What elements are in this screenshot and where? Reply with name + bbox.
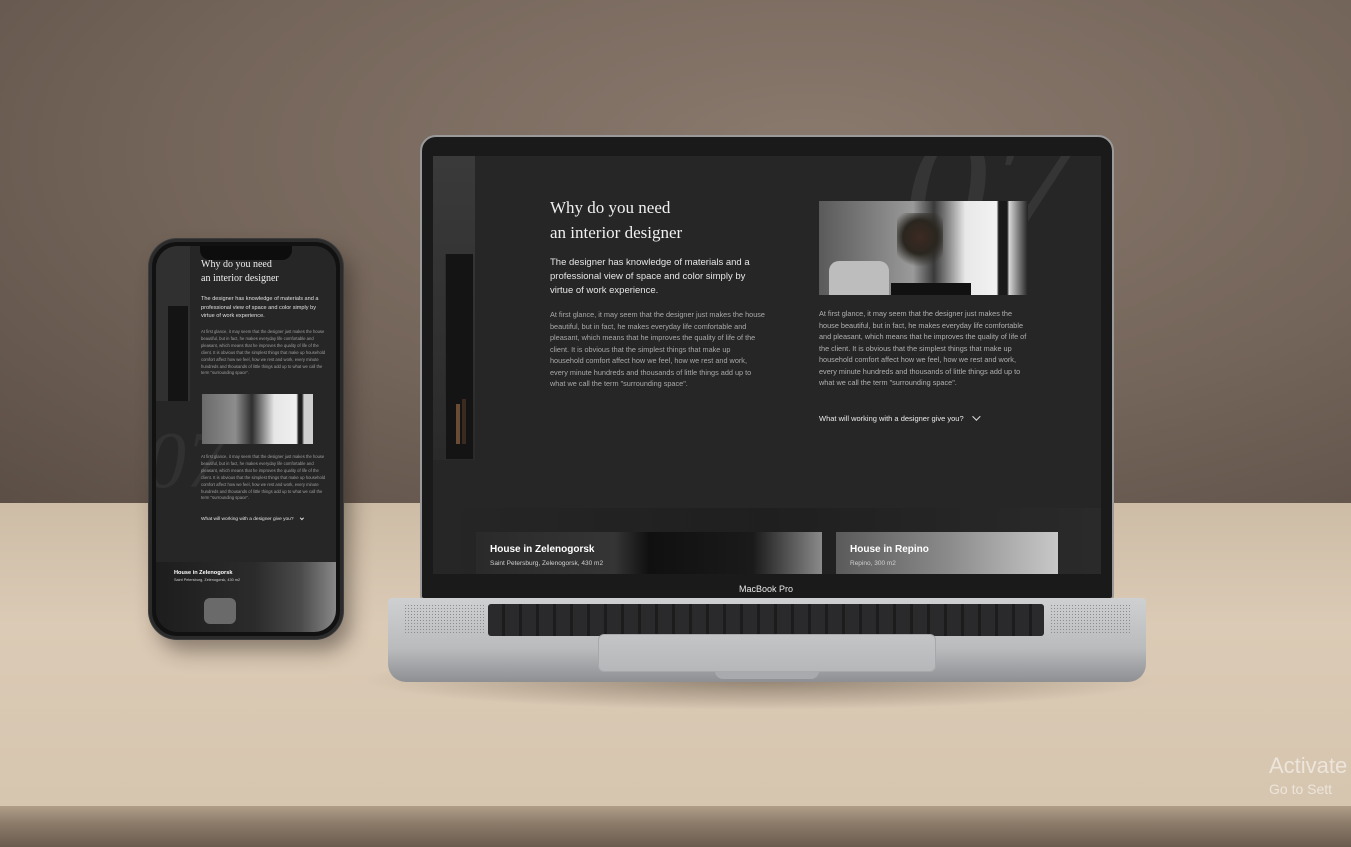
phone-notch (200, 246, 292, 260)
project-card-repino[interactable]: House in Repino Repino, 300 m2 (836, 532, 1058, 574)
shelf-image-strip (433, 156, 475, 460)
book (462, 399, 466, 444)
side-table (891, 283, 971, 295)
book (456, 404, 460, 444)
bookshelf (168, 306, 188, 401)
keyboard (488, 604, 1044, 636)
phone-shelf-image (156, 246, 190, 401)
speaker-grille-left (404, 604, 484, 634)
lead-paragraph: The designer has knowledge of materials … (550, 257, 750, 296)
desk-edge (0, 806, 1351, 847)
title-line-1: Why do you need (201, 259, 272, 270)
body-paragraph-right: At first glance, it may seem that the de… (819, 309, 1027, 387)
page-title: Why do you need an interior designer (550, 195, 770, 245)
card-subtitle: Saint Petersburg, Zelenogorsk, 430 m2 (174, 578, 241, 582)
phone-lead-paragraph: The designer has knowledge of materials … (201, 296, 319, 319)
body-paragraph-left: At first glance, it may seem that the de… (550, 310, 765, 388)
watermark-line-2: Go to Sett (1269, 781, 1333, 797)
lid-notch (715, 671, 819, 679)
speaker-grille-right (1050, 604, 1130, 634)
plant (897, 213, 943, 273)
card-title: House in Repino (850, 544, 929, 555)
bookshelf (445, 254, 473, 459)
pillow (829, 261, 889, 295)
phone-interior-photo (202, 394, 313, 444)
accordion-toggle[interactable]: What will working with a designer give y… (819, 412, 981, 424)
interior-photo (819, 201, 1028, 295)
phone-page-title: Why do you need an interior designer (201, 258, 321, 286)
phone-screen: 07 Why do you need an interior designer … (156, 246, 336, 632)
title-line-2: an interior designer (550, 223, 683, 242)
card-subtitle: Repino, 300 m2 (850, 560, 896, 567)
laptop-brand-label: MacBook Pro (738, 584, 794, 594)
accordion-label: What will working with a designer give y… (819, 413, 964, 423)
watermark-line-1: Activate (1269, 753, 1348, 778)
title-line-2: an interior designer (201, 273, 279, 284)
phone-body-paragraph-top: At first glance, it may seem that the de… (201, 329, 326, 376)
chevron-down-icon (299, 515, 304, 521)
activation-watermark: Activate Go to Sett (1269, 752, 1351, 812)
card-title: House in Zelenogorsk (174, 570, 233, 576)
phone-body-paragraph-bottom: At first glance, it may seem that the de… (201, 454, 326, 501)
trackpad (598, 634, 936, 672)
card-title: House in Zelenogorsk (490, 544, 595, 555)
chevron-down-icon (971, 412, 981, 421)
armchair (204, 598, 236, 624)
phone-accordion-toggle[interactable]: What will working with a designer give y… (201, 515, 304, 522)
card-subtitle: Saint Petersburg, Zelenogorsk, 430 m2 (490, 560, 604, 567)
project-card-zelenogorsk[interactable]: House in Zelenogorsk Saint Petersburg, Z… (476, 532, 822, 574)
laptop-screen: 07 Why do you need an interior designer … (433, 156, 1101, 574)
title-line-1: Why do you need (550, 198, 671, 217)
accordion-label: What will working with a designer give y… (201, 517, 294, 522)
